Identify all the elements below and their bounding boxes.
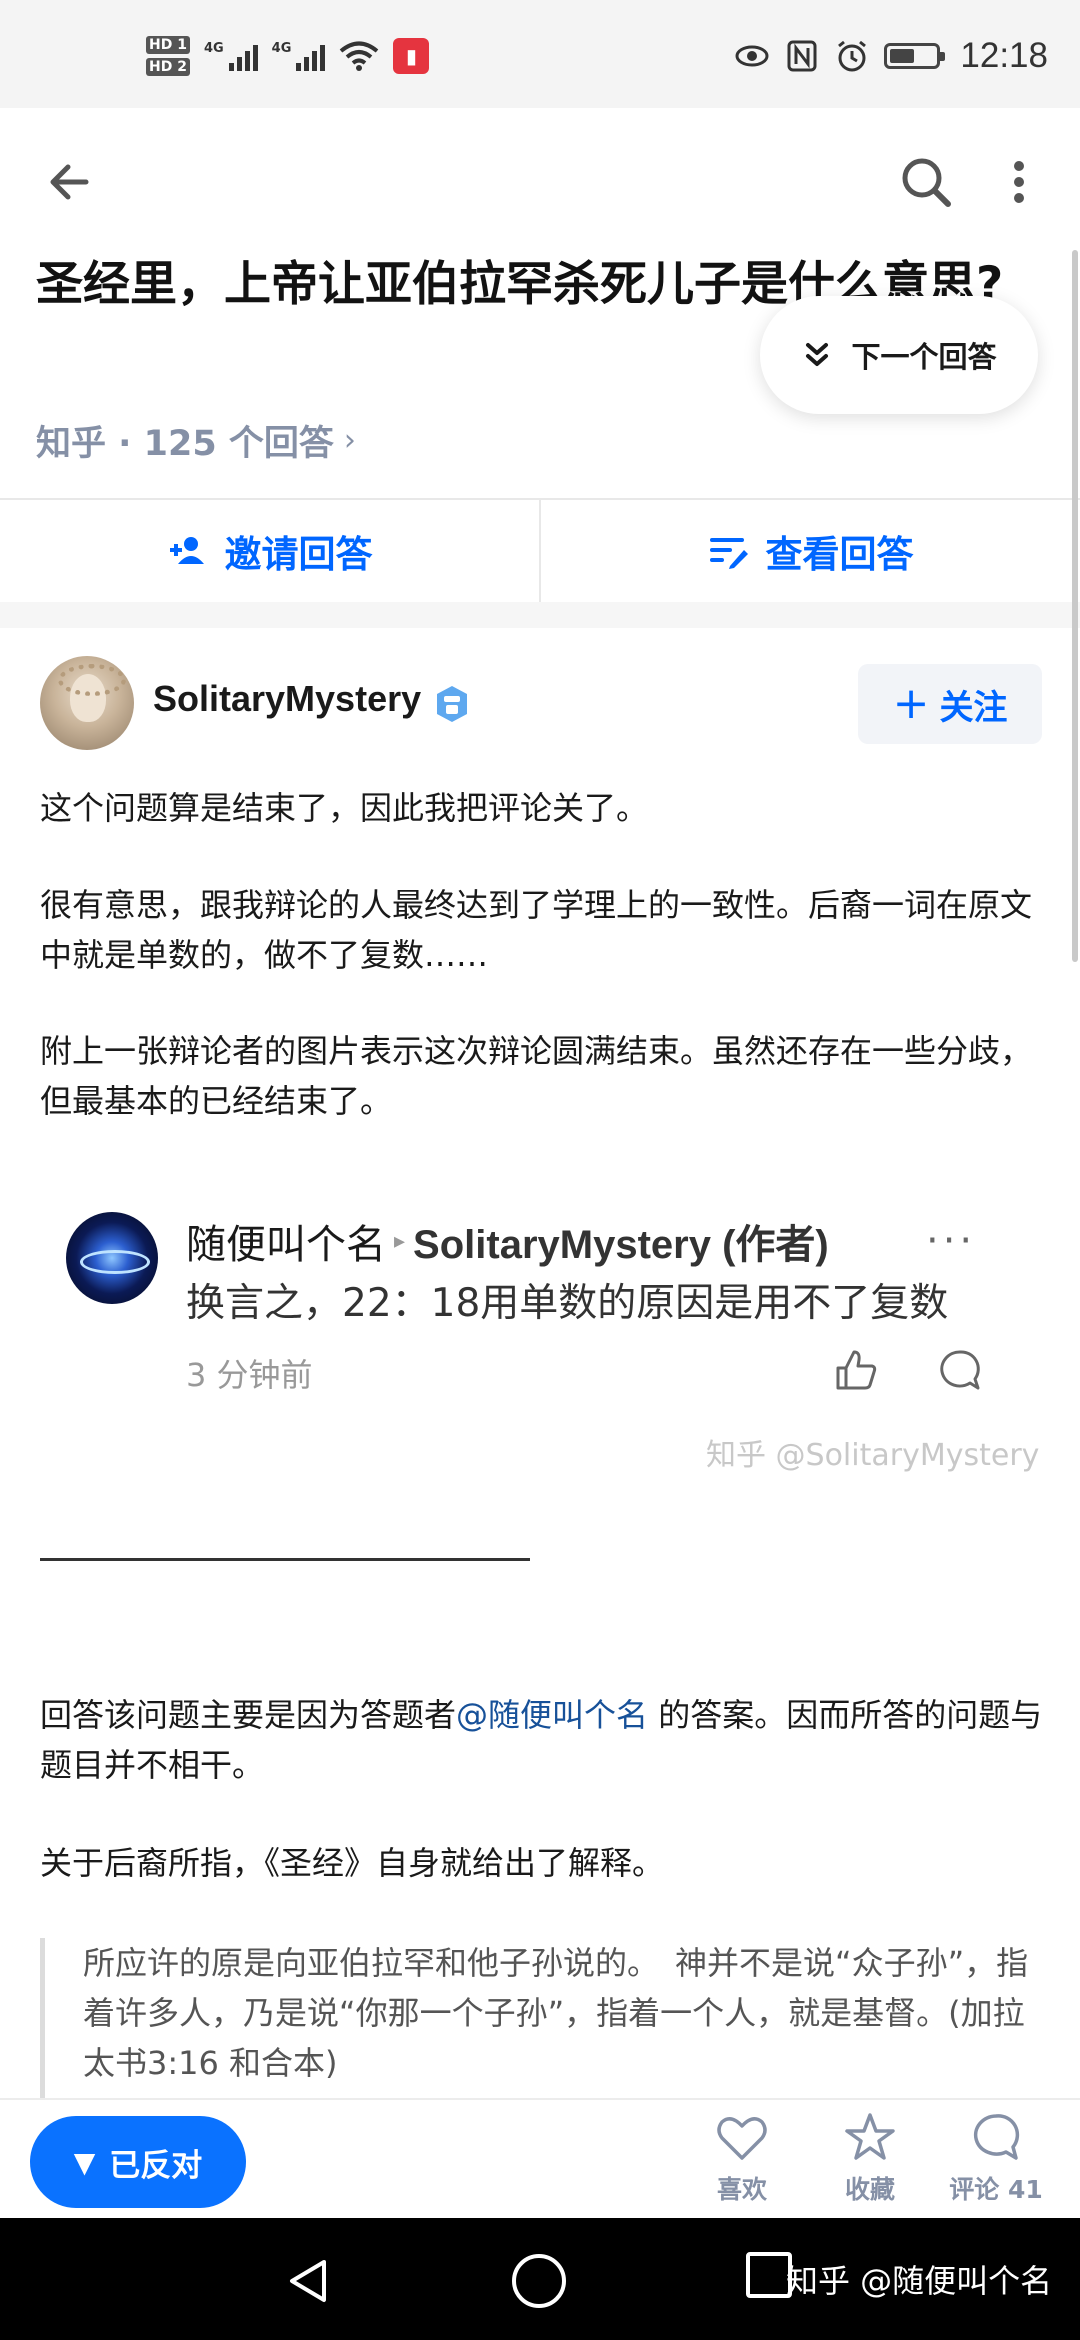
commenter-avatar: [66, 1212, 158, 1304]
next-answer-button[interactable]: 下一个回答: [760, 296, 1038, 414]
invite-answer-label: 邀请回答: [224, 533, 373, 576]
back-arrow-icon[interactable]: [40, 152, 100, 212]
comment-label: 评论 41: [949, 2175, 1043, 2204]
author-row: SolitaryMystery + 关注: [40, 656, 1042, 756]
status-left-group: HD 1 HD 2 4G 4G ▮: [146, 34, 430, 78]
user-mention-link[interactable]: @随便叫个名: [456, 1696, 648, 1734]
nav-back-icon[interactable]: [284, 2256, 334, 2306]
question-meta[interactable]: 知乎 · 125 个回答 ›: [36, 415, 356, 466]
comment-time: 3 分钟前: [186, 1356, 313, 1394]
text-divider: [40, 1558, 530, 1561]
battery-fill: [890, 49, 915, 63]
comment-icon: [973, 2114, 1020, 2160]
author-name[interactable]: SolitaryMystery: [153, 678, 421, 720]
add-user-icon: [169, 537, 204, 564]
chevron-right-icon: ›: [343, 423, 356, 458]
wifi-icon: [340, 41, 379, 71]
reply-target: SolitaryMystery (作者): [413, 1223, 829, 1267]
embedded-comment-image[interactable]: 随便叫个名 ▸ SolitaryMystery (作者) ··· 换言之，22：…: [66, 1200, 1006, 1440]
view-answers-button[interactable]: 查看回答: [541, 500, 1080, 602]
answer-paragraph-4: 回答该问题主要是因为答题者@随便叫个名 的答案。因而所答的问题与题目并不相干。: [40, 1690, 1050, 1790]
next-answer-label: 下一个回答: [851, 340, 997, 374]
answer-paragraph-5: 关于后裔所指，《圣经》自身就给出了解释。: [40, 1844, 665, 1882]
hd2-indicator: HD 2: [146, 58, 190, 76]
view-answers-label: 查看回答: [765, 533, 914, 576]
hd1-indicator: HD 1: [146, 36, 190, 54]
commenter-name: 随便叫个名: [186, 1222, 386, 1268]
scripture-quote: 所应许的原是向亚伯拉罕和他子孙说的。 神并不是说“众子孙”，指着许多人，乃是说“…: [40, 1938, 1040, 2098]
star-icon: [845, 2113, 895, 2160]
comment-header: 随便叫个名 ▸ SolitaryMystery (作者): [186, 1212, 829, 1270]
answer-paragraph-1: 这个问题算是结束了，因此我把评论关了。: [40, 789, 649, 827]
nav-watermark: 知乎 @随便叫个名: [786, 2262, 1053, 2300]
comment-more-icon: ···: [926, 1218, 977, 1264]
search-icon[interactable]: [896, 152, 956, 212]
battery-icon: [884, 43, 946, 69]
answer-paragraph-4-lead: 回答该问题主要是因为答题者: [40, 1696, 457, 1734]
status-bar: HD 1 HD 2 4G 4G ▮ 12:18: [0, 0, 1080, 108]
triangle-down-icon: ▼: [73, 2145, 96, 2179]
book-app-icon: ▮: [393, 38, 430, 74]
more-vertical-icon[interactable]: [994, 152, 1044, 212]
bottom-action-bar: ▼ 已反对 喜欢 收藏 评论 41: [0, 2098, 1080, 2218]
comment-body: 换言之，22：18用单数的原因是用不了复数: [186, 1281, 949, 1326]
question-meta-text: 知乎 · 125 个回答: [36, 424, 334, 464]
reply-arrow-icon: ▸: [394, 1228, 406, 1254]
alarm-icon: [838, 40, 867, 72]
chevron-double-down-icon: [806, 343, 829, 366]
oppose-label: 已反对: [109, 2147, 203, 2184]
net2-label: 4G: [271, 41, 292, 56]
thumb-up-icon: [836, 1350, 877, 1390]
answer-paragraph-3: 附上一张辩论者的图片表示这次辩论圆满结束。虽然还存在一些分歧，但最基本的已经结束…: [40, 1032, 1033, 1120]
oppose-button[interactable]: ▼ 已反对: [30, 2116, 246, 2208]
collect-label: 收藏: [844, 2175, 895, 2204]
answer-paragraph-2: 很有意思，跟我辩论的人最终达到了学理上的一致性。后裔一词在原文中就是单数的，做不…: [40, 886, 1033, 974]
collect-button[interactable]: 收藏: [810, 2110, 930, 2214]
signal-1: 4G: [204, 41, 258, 71]
net1-label: 4G: [203, 41, 224, 56]
scrollbar[interactable]: [1072, 250, 1078, 962]
follow-label: 关注: [939, 687, 1008, 728]
plus-icon: +: [892, 678, 930, 729]
zhihu-answer-screen: HD 1 HD 2 4G 4G ▮ 12:18 圣经里，上帝让亚伯拉罕杀死儿子是…: [0, 0, 1080, 2340]
section-separator: [0, 602, 1080, 628]
nfc-icon: [787, 40, 817, 72]
status-right-group: 12:18: [734, 34, 1048, 78]
nav-home-icon[interactable]: [512, 2254, 566, 2308]
signal-bars-icon: [228, 41, 258, 71]
clock: 12:18: [960, 36, 1048, 75]
hd-indicators: HD 1 HD 2: [146, 36, 190, 76]
image-watermark: 知乎 @SolitaryMystery: [706, 1438, 1040, 1473]
signal-2: 4G: [272, 41, 326, 71]
author-avatar[interactable]: [40, 656, 134, 750]
invite-answer-button[interactable]: 邀请回答: [0, 500, 541, 602]
system-nav-bar: 知乎 @随便叫个名: [0, 2218, 1080, 2340]
comment-button[interactable]: 评论 41: [936, 2110, 1056, 2214]
top-bar: [0, 108, 1080, 248]
verified-badge-icon: [437, 686, 467, 722]
like-label: 喜欢: [716, 2175, 767, 2204]
follow-button[interactable]: + 关注: [858, 664, 1042, 744]
list-edit-icon: [709, 538, 748, 569]
reply-bubble-icon: [940, 1350, 980, 1390]
heart-icon: [717, 2117, 767, 2160]
signal-bars-icon: [296, 41, 326, 71]
eye-icon: [735, 45, 769, 67]
like-button[interactable]: 喜欢: [682, 2110, 802, 2214]
question-actions: 邀请回答 查看回答: [0, 498, 1080, 602]
